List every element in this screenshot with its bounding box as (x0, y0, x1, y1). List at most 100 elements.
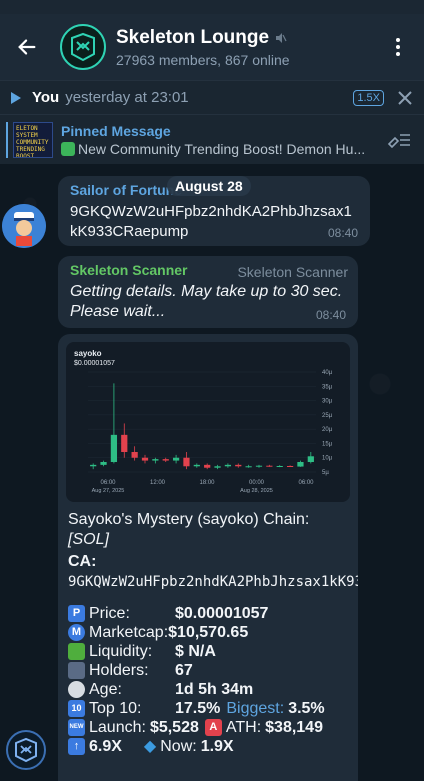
pin-indicator (6, 121, 8, 158)
audio-author: You (32, 89, 60, 106)
chart-subtitle: $0.00001057 (74, 360, 115, 367)
contract-address[interactable]: 9GKQWzW2uHFpbz2nhdKA2PhbJhzsax1kK933CRae… (68, 574, 358, 590)
token-card-bubble[interactable]: sayoko $0.00001057 40µ 35µ 30µ 25µ 20µ 15µ 10µ… (58, 334, 358, 781)
bot-menu-button[interactable] (6, 730, 46, 770)
candle-body (235, 464, 242, 467)
candle-body (100, 462, 107, 465)
launch-value: $5,528 (149, 719, 199, 736)
date-separator: August 28 (167, 176, 251, 196)
message-text: 9GKQWzW2uHFpbz2nhdKA2PhbJhzsax1kK933CRae… (70, 203, 352, 240)
pinned-text: New Community Trending Boost! Demon Hu..… (78, 140, 366, 157)
liquidity-value: $ N/A (175, 643, 216, 660)
pinned-message-bar[interactable]: ELETON SYSTEM COMMUNITY TRENDING BOOST P… (0, 114, 424, 164)
x-tick-label: 06:00 (100, 480, 116, 486)
token-title: Sayoko's Mystery (sayoko) Chain: (68, 511, 310, 528)
biggest-value: 3.5% (288, 700, 325, 717)
pin-list-icon[interactable] (386, 130, 412, 150)
skeleton-logo-icon (71, 32, 95, 62)
age-value: 1d 5h 34m (175, 681, 254, 698)
pinned-thumbnail: ELETON SYSTEM COMMUNITY TRENDING BOOST (13, 121, 53, 158)
message-time: 08:40 (315, 308, 346, 322)
y-tick-label: 10µ (322, 456, 333, 462)
candle-body (141, 457, 149, 461)
multiplier-value: 6.9X (89, 738, 122, 755)
close-icon[interactable] (396, 89, 414, 107)
candle-body (90, 464, 97, 467)
stopwatch-emoji-icon (68, 681, 85, 698)
parking-emoji-icon: P (68, 605, 85, 622)
top10-value: 17.5% (175, 700, 221, 717)
candle-body (110, 434, 118, 462)
token-chain: [SOL] (68, 531, 109, 548)
candle-body (224, 464, 232, 467)
message-time: 08:40 (327, 226, 358, 240)
candle-body (286, 466, 294, 467)
playback-speed-button[interactable]: 1.5X (353, 89, 384, 106)
arrow-left-icon (18, 39, 36, 55)
candle-body (121, 434, 128, 452)
chart-title: sayoko (74, 349, 102, 358)
now-value: 1.9X (200, 738, 234, 755)
liquidity-label: Liquidity: (89, 643, 153, 660)
age-label: Age: (89, 681, 122, 698)
candlestick-chart: sayoko $0.00001057 40µ 35µ 30µ 25µ 20µ 15µ 10µ… (74, 349, 333, 494)
candle-body (214, 466, 221, 468)
bot-label: Skeleton Scanner (237, 264, 348, 280)
candle-body (172, 457, 180, 461)
ten-emoji-icon: 10 (68, 700, 85, 717)
bot-emoji-icon (61, 141, 75, 156)
y-tick-label: 25µ (322, 413, 333, 419)
candle-body (162, 459, 169, 461)
audio-player-bar[interactable]: You yesterday at 23:01 1.5X (0, 80, 424, 114)
members-count: 27963 members, 867 online (116, 51, 290, 68)
candle-body (276, 466, 283, 467)
people-emoji-icon (68, 662, 85, 679)
marketcap-value: $10,570.65 (168, 624, 249, 641)
x-tick-label: 00:00 (249, 480, 265, 486)
sailor-avatar-icon (2, 204, 46, 248)
holders-label: Holders: (89, 662, 149, 679)
x-tick-label: 12:00 (150, 480, 166, 486)
up-arrow-emoji-icon: ↑ (68, 738, 85, 755)
y-tick-label: 5µ (322, 470, 329, 476)
group-avatar[interactable] (60, 24, 106, 70)
back-button[interactable] (4, 24, 50, 70)
play-icon[interactable] (10, 91, 22, 104)
group-title[interactable]: Skeleton Lounge (116, 27, 269, 49)
x-tick-label: 06:00 (298, 480, 314, 486)
now-label: Now: (160, 738, 197, 755)
x-tick-label: 18:00 (199, 480, 215, 486)
a-emoji-icon: A (204, 719, 222, 736)
candle-body (183, 457, 190, 467)
diamond-icon: ◆ (143, 738, 157, 755)
ath-value: $38,149 (265, 719, 323, 736)
y-tick-label: 40µ (322, 370, 333, 376)
more-menu-button[interactable] (378, 27, 418, 67)
ca-label: CA: (68, 553, 97, 570)
price-chart[interactable]: sayoko $0.00001057 40µ 35µ 30µ 25µ 20µ 15µ 10µ… (66, 342, 350, 502)
m-emoji-icon: M (68, 624, 85, 641)
y-tick-label: 20µ (322, 427, 333, 433)
candle-body (193, 464, 200, 467)
candle-body (204, 464, 211, 468)
candle-body (266, 465, 273, 467)
chat-header: Skeleton Lounge 27963 members, 867 onlin… (0, 14, 424, 80)
muted-icon (276, 32, 287, 43)
candle-body (152, 459, 159, 461)
chat-area[interactable]: Sailor of Fortune 9GKQWzW2uHFpbz2nhdKA2P… (0, 164, 424, 781)
message-bubble[interactable]: Skeleton Scanner Skeleton Scanner Gettin… (58, 256, 358, 328)
status-bar (0, 0, 424, 14)
candle-body (307, 456, 314, 462)
price-value: $0.00001057 (175, 605, 269, 622)
x-tick-date: Aug 27, 2025 (92, 488, 125, 494)
ath-label: ATH: (225, 719, 262, 736)
message-text: Getting details. May take up to 30 sec. … (70, 283, 343, 320)
x-tick-date: Aug 28, 2025 (240, 488, 273, 494)
audio-time: yesterday at 23:01 (65, 89, 189, 106)
candle-body (297, 462, 304, 467)
user-avatar[interactable] (2, 204, 46, 248)
top10-label: Top 10: (89, 700, 142, 717)
y-tick-label: 35µ (322, 384, 333, 390)
y-tick-label: 30µ (322, 399, 333, 405)
marketcap-label: Marketcap: (89, 624, 169, 641)
